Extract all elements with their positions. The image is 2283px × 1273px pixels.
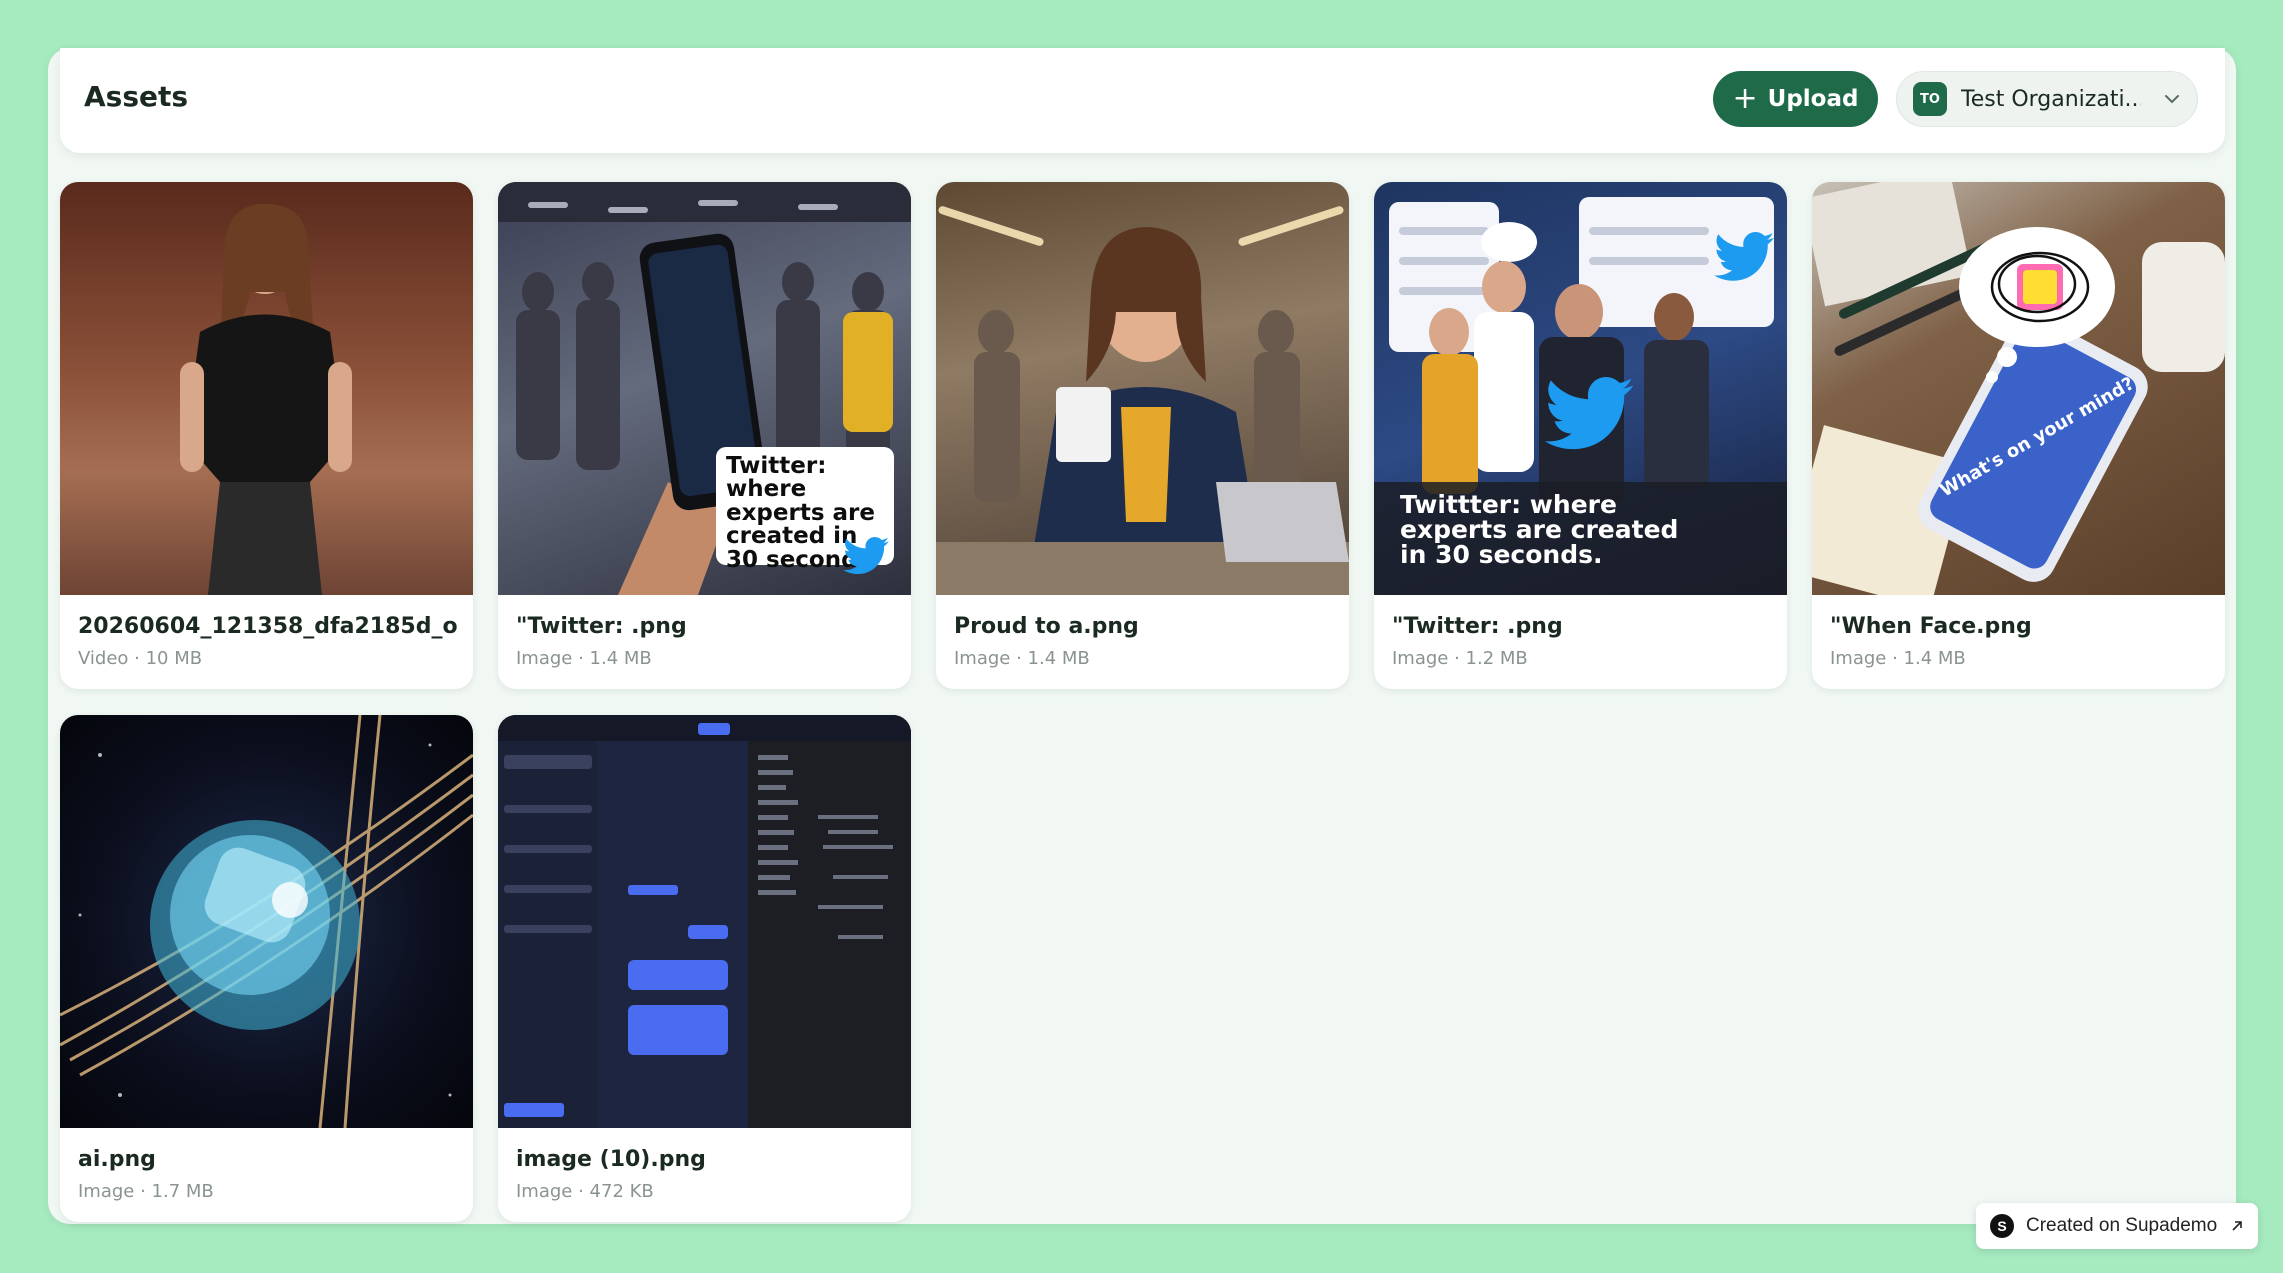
upload-label: Upload xyxy=(1767,86,1859,112)
twitter-bird-icon xyxy=(1714,232,1774,281)
phone-on-desk-image: What's on your mind? xyxy=(1812,182,2225,595)
asset-card[interactable]: ai.png Image · 1.7 MB xyxy=(60,715,473,1222)
asset-thumbnail xyxy=(60,182,473,595)
supademo-badge[interactable]: S Created on Supademo xyxy=(1976,1203,2258,1249)
asset-name: Proud to a.png xyxy=(954,614,1139,639)
twitter-bird-icon xyxy=(1544,377,1634,450)
asset-meta: Image · 1.4 MB xyxy=(1830,648,1966,669)
asset-thumbnail xyxy=(60,715,473,1128)
supademo-logo-icon: S xyxy=(1990,1214,2014,1238)
asset-name: "Twitter: .png xyxy=(1392,614,1563,639)
asset-thumbnail xyxy=(936,182,1349,595)
organization-selector[interactable]: TO Test Organizati... xyxy=(1896,71,2198,127)
asset-card[interactable]: image (10).png Image · 472 KB xyxy=(498,715,911,1222)
twitter-bird-icon xyxy=(843,537,889,575)
plus-icon: + xyxy=(1732,81,1758,116)
asset-card[interactable]: Twitter: where experts are created in 30… xyxy=(498,182,911,689)
org-name: Test Organizati... xyxy=(1961,86,2141,112)
external-link-icon xyxy=(2232,1221,2242,1231)
asset-name: "Twitter: .png xyxy=(516,614,687,639)
asset-card[interactable]: Proud to a.png Image · 1.4 MB xyxy=(936,182,1349,689)
chevron-down-icon xyxy=(2165,95,2179,104)
app-screenshot-image xyxy=(498,715,911,1128)
asset-name: image (10).png xyxy=(516,1147,706,1172)
asset-thumbnail xyxy=(498,715,911,1128)
asset-name: 20260604_121358_dfa2185d_ou... xyxy=(78,614,458,639)
asset-thumbnail: Twitter: where experts are created in 30… xyxy=(498,182,911,595)
header-bar: Assets + Upload TO Test Organizati... xyxy=(60,48,2225,153)
asset-thumbnail: What's on your mind? xyxy=(1812,182,2225,595)
asset-name: ai.png xyxy=(78,1147,156,1172)
upload-button[interactable]: + Upload xyxy=(1713,71,1878,127)
woman-portrait-image xyxy=(180,203,352,595)
asset-meta: Image · 1.2 MB xyxy=(1392,648,1528,669)
org-avatar: TO xyxy=(1913,82,1947,116)
asset-meta: Video · 10 MB xyxy=(78,648,203,669)
asset-meta: Image · 472 KB xyxy=(516,1181,654,1202)
page-title: Assets xyxy=(84,80,189,113)
asset-meta: Image · 1.4 MB xyxy=(516,648,652,669)
asset-thumbnail: Twittter: where experts are created in 3… xyxy=(1374,182,1787,595)
asset-meta: Image · 1.7 MB xyxy=(78,1181,214,1202)
asset-card[interactable]: 20260604_121358_dfa2185d_ou... Video · 1… xyxy=(60,182,473,689)
asset-card[interactable]: Twittter: where experts are created in 3… xyxy=(1374,182,1787,689)
asset-name: "When Face.png xyxy=(1830,614,2032,639)
image-caption: Twittter: where experts are created in 3… xyxy=(1400,490,1679,569)
laughing-woman-image xyxy=(936,206,1349,595)
supademo-label: Created on Supademo xyxy=(2026,1215,2218,1236)
asset-card[interactable]: What's on your mind? "When Face.png Imag… xyxy=(1812,182,2225,689)
glass-sculpture-image xyxy=(60,715,473,1128)
asset-meta: Image · 1.4 MB xyxy=(954,648,1090,669)
